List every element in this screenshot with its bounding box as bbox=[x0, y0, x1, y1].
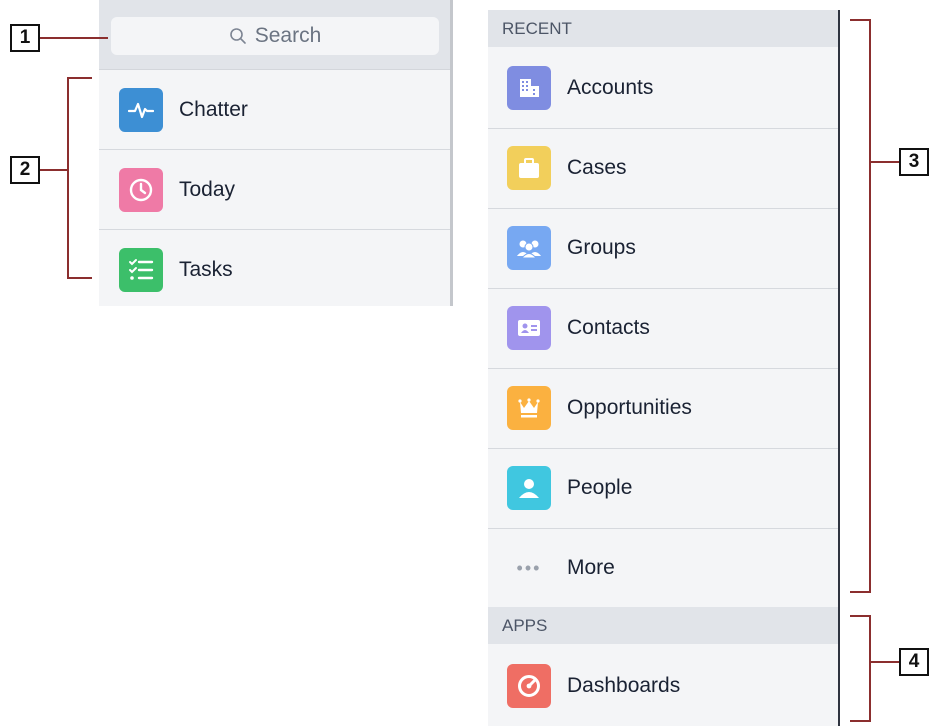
screenshot-stage: Search Chatter Today Tasks RECENT Accoun… bbox=[0, 0, 933, 726]
callout-lines bbox=[40, 19, 900, 722]
callout-3: 3 bbox=[899, 148, 929, 176]
callout-1: 1 bbox=[10, 24, 40, 52]
callout-4: 4 bbox=[899, 648, 929, 676]
callout-2: 2 bbox=[10, 156, 40, 184]
